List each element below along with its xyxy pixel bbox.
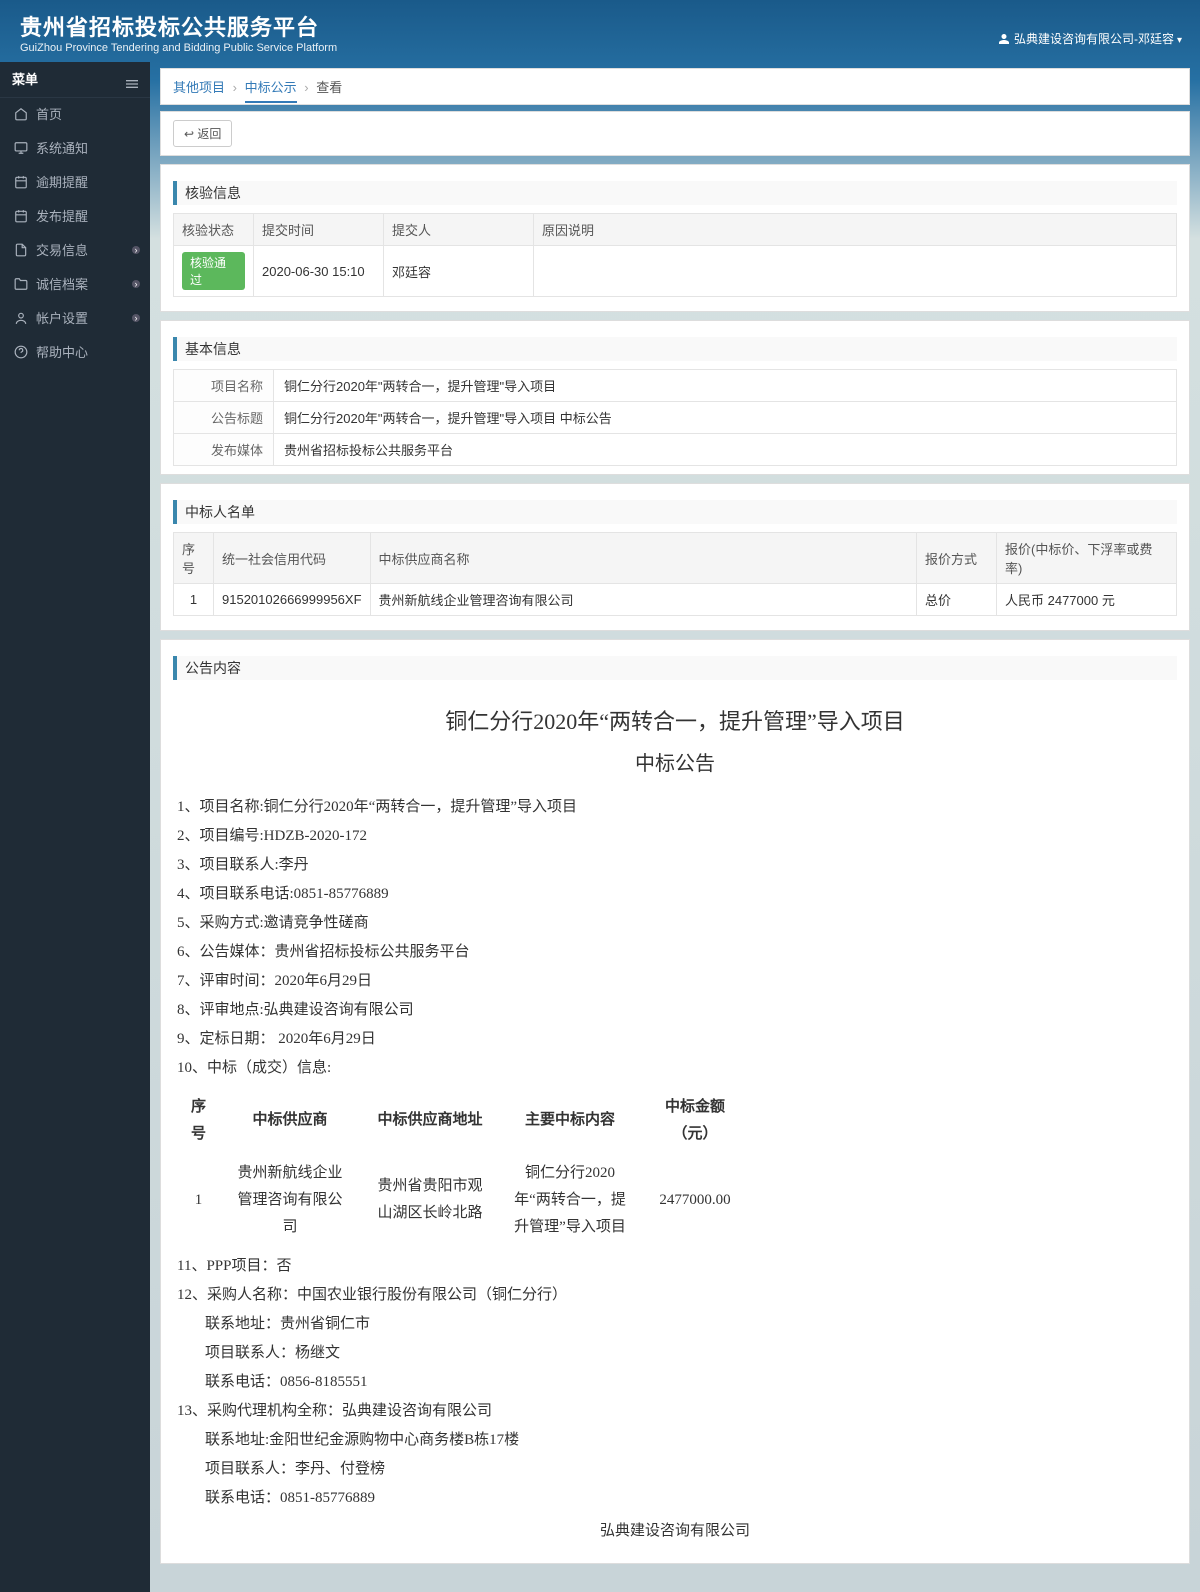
section-title-basic: 基本信息 bbox=[173, 337, 1177, 361]
winner-table: 序号 统一社会信用代码 中标供应商名称 报价方式 报价(中标价、下浮率或费率) … bbox=[173, 532, 1177, 616]
announce-title: 铜仁分行2020年“两转合一，提升管理”导入项目 bbox=[177, 702, 1173, 742]
sidebar-item[interactable]: 诚信档案 › bbox=[0, 268, 150, 302]
back-button[interactable]: ↩ 返回 bbox=[173, 120, 232, 147]
breadcrumb-level3: 查看 bbox=[316, 80, 342, 95]
sidebar-item-label: 首页 bbox=[36, 107, 62, 122]
table-row: 1 贵州新航线企业管理咨询有限公司 贵州省贵阳市观山湖区长岭北路 铜仁分行202… bbox=[177, 1154, 750, 1247]
verify-table: 核验状态 提交时间 提交人 原因说明 核验通过 2020-06-30 15:10… bbox=[173, 213, 1177, 297]
announcement-body: 铜仁分行2020年“两转合一，提升管理”导入项目 中标公告 1、项目名称:铜仁分… bbox=[173, 688, 1177, 1555]
user-icon bbox=[12, 304, 30, 338]
section-title-winner: 中标人名单 bbox=[173, 500, 1177, 524]
home-icon bbox=[12, 100, 30, 134]
sidebar-title: 菜单 bbox=[0, 62, 150, 98]
announce-line: 3、项目联系人:李丹 bbox=[177, 852, 1173, 879]
table-row: 核验通过 2020-06-30 15:10 邓廷容 bbox=[174, 246, 1177, 297]
user-dropdown[interactable]: 弘典建设咨询有限公司-邓廷容▾ bbox=[998, 30, 1182, 47]
page-header: 贵州省招标投标公共服务平台 GuiZhou Province Tendering… bbox=[0, 0, 1200, 62]
monitor-icon bbox=[12, 134, 30, 168]
calendar-icon bbox=[12, 168, 30, 202]
sidebar-item[interactable]: 首页 bbox=[0, 98, 150, 132]
announce-line: 12、采购人名称：中国农业银行股份有限公司（铜仁分行） bbox=[177, 1282, 1173, 1309]
chevron-right-icon: › bbox=[132, 280, 140, 288]
announce-indent-line: 项目联系人：杨继文 bbox=[177, 1340, 1173, 1367]
breadcrumb-level1[interactable]: 其他项目 bbox=[173, 80, 225, 95]
announce-indent-line: 联系地址：贵州省铜仁市 bbox=[177, 1311, 1173, 1338]
announce-line: 4、项目联系电话:0851-85776889 bbox=[177, 881, 1173, 908]
sidebar-item[interactable]: 发布提醒 bbox=[0, 200, 150, 234]
announce-inner-table: 序号 中标供应商 中标供应商地址 主要中标内容 中标金额（元） 1 贵州新航线企… bbox=[177, 1088, 750, 1247]
announce-line: 10、中标（成交）信息: bbox=[177, 1055, 1173, 1082]
announce-indent-line: 项目联系人：李丹、付登榜 bbox=[177, 1456, 1173, 1483]
file-icon bbox=[12, 236, 30, 270]
breadcrumb: 其他项目 › 中标公示 › 查看 bbox=[160, 68, 1190, 105]
main-content: 其他项目 › 中标公示 › 查看 ↩ 返回 核验信息 核验状态 提交时间 提交人… bbox=[150, 62, 1200, 1592]
announce-indent-line: 联系地址:金阳世纪金源购物中心商务楼B栋17楼 bbox=[177, 1427, 1173, 1454]
sidebar-item-label: 交易信息 bbox=[36, 243, 88, 258]
section-title-verify: 核验信息 bbox=[173, 181, 1177, 205]
announce-subtitle: 中标公告 bbox=[177, 746, 1173, 782]
table-row: 1 91520102666999956XF 贵州新航线企业管理咨询有限公司 总价… bbox=[174, 584, 1177, 616]
announce-line: 1、项目名称:铜仁分行2020年“两转合一，提升管理”导入项目 bbox=[177, 794, 1173, 821]
breadcrumb-level2[interactable]: 中标公示 bbox=[245, 80, 297, 103]
announce-indent-line: 联系电话：0856-8185551 bbox=[177, 1369, 1173, 1396]
sidebar-item[interactable]: 交易信息 › bbox=[0, 234, 150, 268]
announce-indent-line: 联系电话：0851-85776889 bbox=[177, 1485, 1173, 1512]
announce-line: 11、PPP项目：否 bbox=[177, 1253, 1173, 1280]
folder-icon bbox=[12, 270, 30, 304]
section-title-content: 公告内容 bbox=[173, 656, 1177, 680]
status-badge: 核验通过 bbox=[182, 252, 245, 290]
chevron-right-icon: › bbox=[132, 314, 140, 322]
announce-line: 9、定标日期： 2020年6月29日 bbox=[177, 1026, 1173, 1053]
user-icon bbox=[998, 33, 1010, 45]
announce-line: 8、评审地点:弘典建设咨询有限公司 bbox=[177, 997, 1173, 1024]
announce-line: 7、评审时间：2020年6月29日 bbox=[177, 968, 1173, 995]
sidebar-item[interactable]: 帮助中心 bbox=[0, 336, 150, 370]
sidebar-item-label: 发布提醒 bbox=[36, 209, 88, 224]
chevron-right-icon: › bbox=[132, 246, 140, 254]
sidebar-item[interactable]: 逾期提醒 bbox=[0, 166, 150, 200]
sidebar-item-label: 帮助中心 bbox=[36, 345, 88, 360]
calendar-icon bbox=[12, 202, 30, 236]
announce-line: 6、公告媒体：贵州省招标投标公共服务平台 bbox=[177, 939, 1173, 966]
sidebar-item[interactable]: 系统通知 bbox=[0, 132, 150, 166]
basic-info-table: 项目名称铜仁分行2020年"两转合一，提升管理"导入项目 公告标题铜仁分行202… bbox=[173, 369, 1177, 466]
caret-down-icon: ▾ bbox=[1177, 35, 1182, 46]
sidebar-item-label: 诚信档案 bbox=[36, 277, 88, 292]
sidebar-item[interactable]: 帐户设置 › bbox=[0, 302, 150, 336]
sidebar: 菜单 首页系统通知逾期提醒发布提醒交易信息 › 诚信档案 › 帐户设置 › 帮助中心 bbox=[0, 62, 150, 1592]
help-icon bbox=[12, 338, 30, 372]
signature: 弘典建设咨询有限公司 bbox=[177, 1518, 1173, 1545]
sidebar-item-label: 逾期提醒 bbox=[36, 175, 88, 190]
announce-line: 5、采购方式:邀请竞争性磋商 bbox=[177, 910, 1173, 937]
sidebar-item-label: 帐户设置 bbox=[36, 311, 88, 326]
announce-line: 2、项目编号:HDZB-2020-172 bbox=[177, 823, 1173, 850]
sidebar-item-label: 系统通知 bbox=[36, 141, 88, 156]
